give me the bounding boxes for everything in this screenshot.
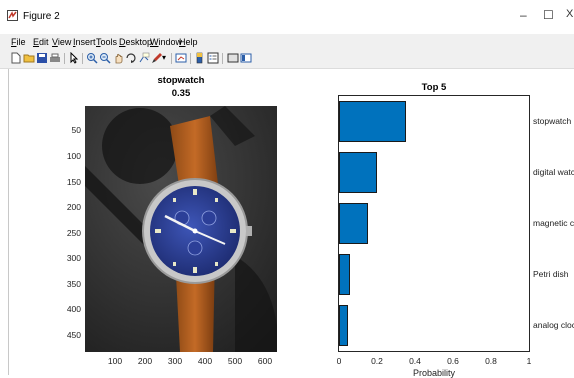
toolbar-separator	[82, 53, 83, 64]
bar	[339, 101, 406, 142]
toolbar-separator	[171, 53, 172, 64]
image-x-tick: 300	[167, 356, 183, 366]
new-figure-icon[interactable]	[10, 52, 22, 64]
close-button[interactable]: X	[566, 8, 573, 20]
image-y-tick: 200	[66, 202, 81, 212]
menu-window[interactable]: Window	[150, 37, 182, 47]
chart-x-tick: 0.4	[409, 356, 421, 366]
bar	[339, 254, 351, 295]
chart-x-tick: 1	[526, 356, 532, 366]
image-y-tick: 350	[66, 279, 81, 289]
menu-desktop[interactable]: Desktop	[119, 37, 152, 47]
watch-photo-drawing	[85, 106, 277, 352]
pan-icon[interactable]	[112, 52, 124, 64]
category-label: magnetic com	[533, 217, 574, 228]
chart-x-tick: 0.6	[447, 356, 459, 366]
open-file-icon[interactable]	[23, 52, 35, 64]
chart-x-tick: 0	[336, 356, 342, 366]
image-y-tick: 50	[71, 125, 81, 135]
zoom-in-icon[interactable]	[86, 52, 98, 64]
image-y-tick: 150	[66, 177, 81, 187]
image-x-tick: 400	[197, 356, 213, 366]
image-x-tick: 600	[257, 356, 273, 366]
menu-tools[interactable]: Tools	[96, 37, 117, 47]
maximize-button[interactable]: ☐	[543, 8, 554, 22]
menu-insert[interactable]: Insert	[73, 37, 96, 47]
hide-plot-tools-icon[interactable]	[227, 52, 239, 64]
print-icon[interactable]	[49, 52, 61, 64]
matlab-figure-icon	[7, 10, 18, 21]
menu-help[interactable]: Help	[179, 37, 198, 47]
legend-icon[interactable]	[207, 52, 219, 64]
toolbar-separator	[222, 53, 223, 64]
data-cursor-icon[interactable]	[138, 52, 150, 64]
image-y-tick: 400	[66, 304, 81, 314]
bar	[339, 152, 377, 193]
watch-image	[85, 106, 277, 352]
chart-title: Top 5	[421, 82, 447, 93]
chart-x-axis-label: Probability	[412, 368, 456, 378]
image-score-label: 0.35	[171, 88, 191, 99]
minimize-button[interactable]: –	[520, 8, 527, 22]
image-y-tick: 100	[66, 151, 81, 161]
chart-x-tick: 0.2	[371, 356, 383, 366]
menu-file[interactable]: File	[11, 37, 26, 47]
save-icon[interactable]	[36, 52, 48, 64]
category-label: Petri dish	[533, 268, 569, 279]
colorbar-icon[interactable]	[194, 52, 206, 64]
toolbar: ▾	[0, 50, 574, 69]
rotate-3d-icon[interactable]	[125, 52, 137, 64]
bar	[339, 203, 368, 244]
category-label: digital watch	[533, 166, 574, 177]
chevron-down-icon[interactable]: ▾	[162, 53, 168, 65]
toolbar-separator	[64, 53, 65, 64]
figure-border	[8, 69, 9, 375]
category-label: stopwatch	[533, 115, 572, 126]
image-y-tick: 250	[66, 228, 81, 238]
category-label: analog clock	[533, 319, 574, 330]
window-titlebar: Figure 2 – ☐ X	[0, 0, 574, 28]
zoom-out-icon[interactable]	[99, 52, 111, 64]
show-plot-tools-icon[interactable]	[240, 52, 252, 64]
chart-x-tick: 0.8	[485, 356, 497, 366]
image-title-label: stopwatch	[157, 75, 205, 86]
link-plot-icon[interactable]	[175, 52, 187, 64]
image-y-tick: 300	[66, 253, 81, 263]
top5-bar-chart	[338, 95, 530, 352]
menu-edit[interactable]: Edit	[33, 37, 49, 47]
image-y-tick: 450	[66, 330, 81, 340]
menubar: File Edit View Insert Tools Desktop Wind…	[0, 34, 574, 50]
window-title: Figure 2	[23, 11, 60, 22]
bar	[339, 305, 348, 346]
image-x-tick: 500	[227, 356, 243, 366]
image-x-tick: 100	[107, 356, 123, 366]
image-x-tick: 200	[137, 356, 153, 366]
select-arrow-icon[interactable]	[68, 52, 80, 64]
toolbar-separator	[190, 53, 191, 64]
menu-view[interactable]: View	[52, 37, 71, 47]
